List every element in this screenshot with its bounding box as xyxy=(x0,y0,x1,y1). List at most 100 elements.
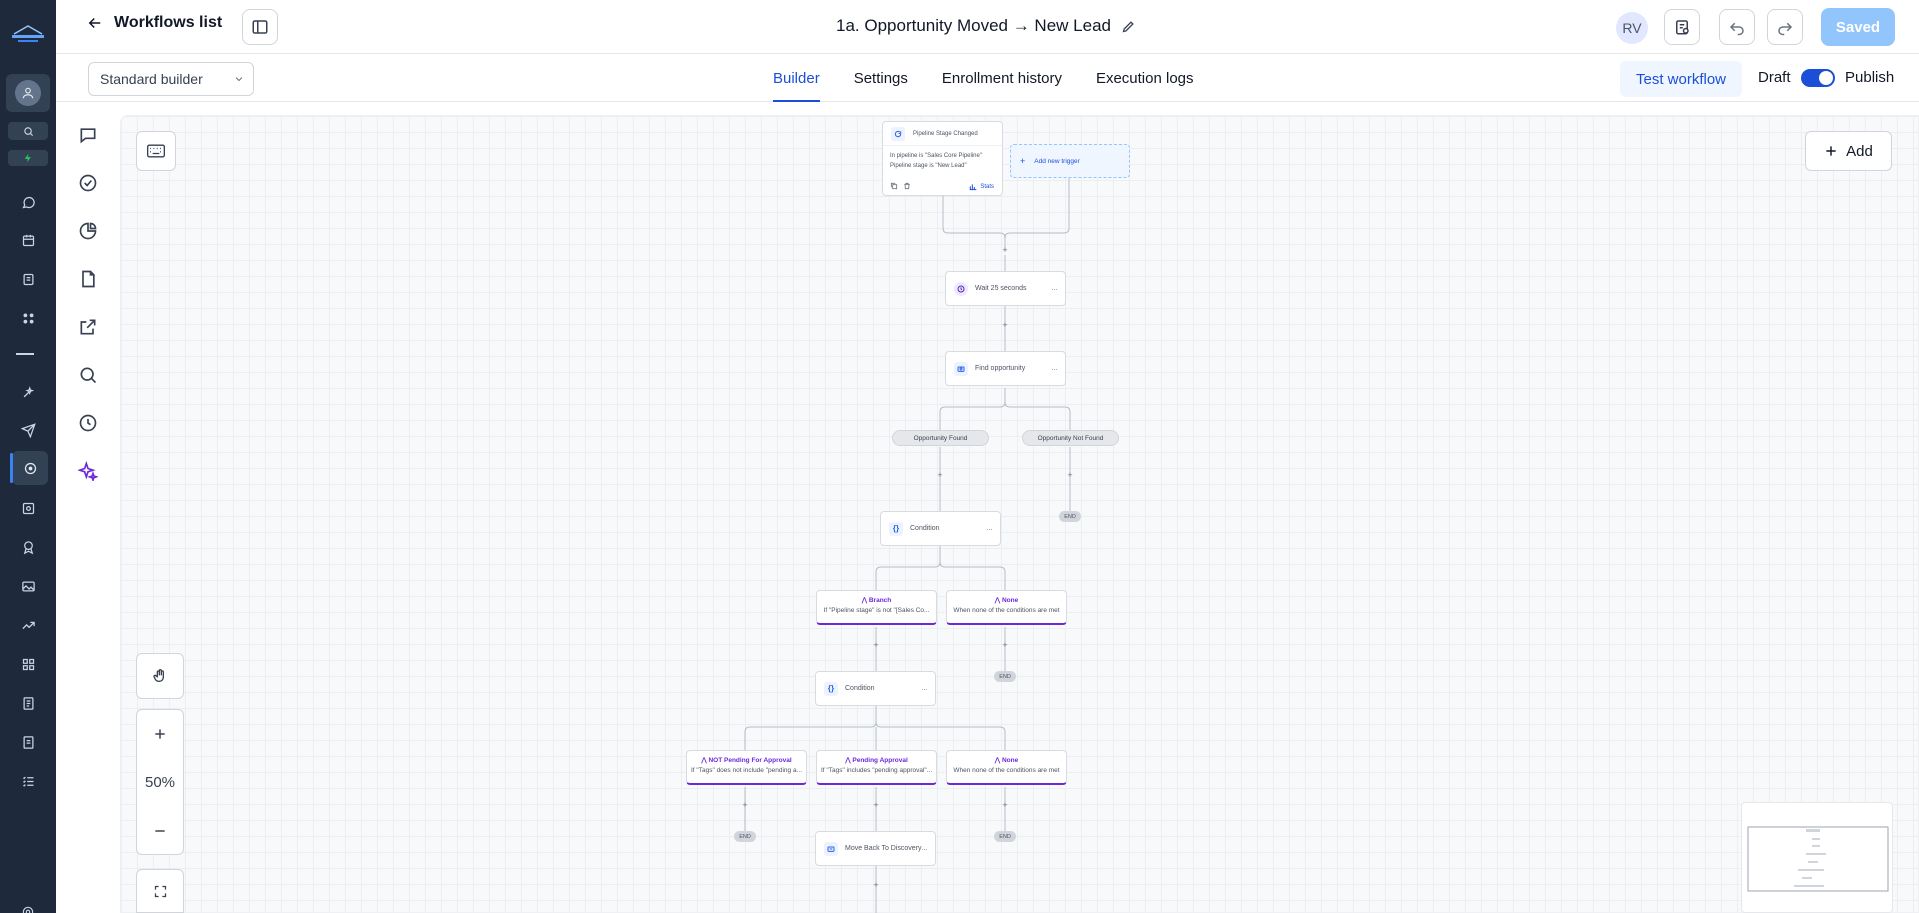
tab-execution-logs[interactable]: Execution logs xyxy=(1096,54,1194,102)
nav-media[interactable] xyxy=(16,574,40,598)
redo-button[interactable] xyxy=(1767,9,1803,45)
more-options-icon[interactable]: ··· xyxy=(986,524,993,534)
add-step-plus[interactable]: + xyxy=(935,470,945,480)
saved-button[interactable]: Saved xyxy=(1821,8,1895,46)
more-options-icon[interactable]: ··· xyxy=(921,844,928,854)
condition-node[interactable]: {} Condition ··· xyxy=(880,511,1001,546)
toggle-panel-button[interactable] xyxy=(242,9,278,45)
find-opportunity-node[interactable]: Find opportunity ··· xyxy=(945,351,1066,386)
trigger-stats-link[interactable]: Stats xyxy=(969,183,994,191)
more-options-icon[interactable]: ··· xyxy=(1051,364,1058,374)
checklist-tool[interactable] xyxy=(76,171,100,195)
find-opportunity-icon xyxy=(954,361,968,376)
add-step-plus[interactable]: + xyxy=(1065,470,1075,480)
condition-node[interactable]: {} Condition ··· xyxy=(815,671,936,706)
pencil-icon[interactable] xyxy=(1121,19,1136,34)
trash-icon[interactable] xyxy=(903,182,911,190)
add-new-trigger-button[interactable]: + Add new trigger xyxy=(1010,144,1130,178)
nav-payments[interactable] xyxy=(16,691,40,715)
search-icon xyxy=(23,126,33,136)
branch-icon: ⋀ xyxy=(994,757,1002,764)
workflow-title[interactable]: 1a. Opportunity Moved → New Lead xyxy=(836,16,1136,36)
none-branch-description: When none of the conditions are met xyxy=(953,607,1060,614)
tab-enrollment-history[interactable]: Enrollment history xyxy=(942,54,1062,102)
opportunity-found-branch[interactable]: Opportunity Found xyxy=(892,430,989,446)
more-options-icon[interactable]: ··· xyxy=(921,684,928,694)
search-tool[interactable] xyxy=(76,363,100,387)
arrow-left-icon xyxy=(88,17,101,29)
add-step-plus[interactable]: + xyxy=(1000,640,1010,650)
keyboard-shortcuts-button[interactable] xyxy=(136,131,176,171)
history-tool[interactable] xyxy=(76,411,100,435)
stats-tool[interactable] xyxy=(76,219,100,243)
nav-opportunities[interactable] xyxy=(16,306,40,330)
comments-tool[interactable] xyxy=(76,123,100,147)
notes-tool[interactable] xyxy=(76,267,100,291)
more-options-icon[interactable]: ··· xyxy=(1051,284,1058,294)
condition-label: Condition xyxy=(845,685,875,692)
wait-action-node[interactable]: Wait 25 seconds ··· xyxy=(945,271,1066,306)
fit-view-button[interactable] xyxy=(136,869,184,913)
branch-description: If "Pipeline stage" is not "[Sales Co... xyxy=(823,607,930,614)
opportunity-not-found-branch[interactable]: Opportunity Not Found xyxy=(1022,430,1119,446)
add-step-plus[interactable]: + xyxy=(740,800,750,810)
pending-approval-branch[interactable]: ⋀ Pending Approval If "Tags" includes "p… xyxy=(816,750,937,785)
move-back-to-discovery-node[interactable]: Move Back To Discovery ··· xyxy=(815,831,936,866)
automation-icon xyxy=(24,462,36,474)
nav-automation[interactable] xyxy=(10,451,48,485)
undo-button[interactable] xyxy=(1719,9,1755,45)
image-icon xyxy=(21,581,35,591)
zoom-in-icon[interactable] xyxy=(153,727,167,741)
ai-tool[interactable] xyxy=(76,459,100,483)
tab-builder[interactable]: Builder xyxy=(773,54,820,102)
nav-sites[interactable] xyxy=(16,496,40,520)
zoom-out-icon[interactable] xyxy=(153,824,167,838)
pan-tool-button[interactable] xyxy=(136,653,184,699)
gear-icon xyxy=(22,906,34,913)
add-step-plus[interactable]: + xyxy=(1000,245,1010,255)
add-step-plus[interactable]: + xyxy=(1000,800,1010,810)
none-branch-node[interactable]: ⋀ None When none of the conditions are m… xyxy=(946,590,1067,625)
workflow-canvas[interactable] xyxy=(120,115,1919,913)
not-pending-approval-branch[interactable]: ⋀ NOT Pending For Approval If "Tags" doe… xyxy=(686,750,807,785)
workflow-header: Workflows list 1a. Opportunity Moved → N… xyxy=(56,0,1919,54)
add-step-plus[interactable]: + xyxy=(871,640,881,650)
nav-conversations[interactable] xyxy=(16,190,40,214)
nav-memberships[interactable] xyxy=(16,535,40,559)
canvas-minimap[interactable] xyxy=(1741,802,1893,913)
nav-calendar[interactable] xyxy=(16,228,40,252)
quick-actions-button[interactable] xyxy=(8,150,48,166)
clock-icon xyxy=(954,281,968,296)
trigger-node[interactable]: Pipeline Stage Changed In pipeline is "S… xyxy=(882,121,1003,196)
test-workflow-button[interactable]: Test workflow xyxy=(1620,61,1742,97)
check-circle-icon xyxy=(79,174,97,192)
nav-app-marketplace[interactable] xyxy=(16,652,40,676)
hand-icon xyxy=(153,669,164,682)
user-icon xyxy=(15,80,41,106)
nav-documents[interactable] xyxy=(16,730,40,754)
user-avatar[interactable]: RV xyxy=(1616,12,1648,44)
copy-icon[interactable] xyxy=(890,182,898,190)
version-history-button[interactable] xyxy=(1664,9,1700,45)
share-tool[interactable] xyxy=(76,315,100,339)
add-button[interactable]: Add xyxy=(1805,131,1892,171)
tab-settings[interactable]: Settings xyxy=(854,54,908,102)
nav-contacts[interactable] xyxy=(16,267,40,291)
end-marker: END xyxy=(994,671,1016,682)
nav-automation-tools[interactable] xyxy=(16,380,40,404)
add-step-plus[interactable]: + xyxy=(871,800,881,810)
add-step-plus[interactable]: + xyxy=(1000,320,1010,330)
nav-settings[interactable] xyxy=(16,900,40,913)
none-branch-node[interactable]: ⋀ None When none of the conditions are m… xyxy=(946,750,1067,785)
builder-type-select[interactable]: Standard builder xyxy=(88,62,254,96)
add-step-plus[interactable]: + xyxy=(871,880,881,890)
publish-toggle[interactable] xyxy=(1801,69,1835,87)
back-to-workflows-button[interactable]: Workflows list xyxy=(86,14,222,32)
global-search-button[interactable] xyxy=(8,122,48,140)
branch-node[interactable]: ⋀ Branch If "Pipeline stage" is not "[Sa… xyxy=(816,590,937,625)
nav-reporting[interactable] xyxy=(16,613,40,637)
branch-description: If "Tags" includes "pending approval"... xyxy=(821,767,933,774)
nav-marketing[interactable] xyxy=(16,418,40,442)
account-switcher-button[interactable] xyxy=(6,74,50,112)
nav-tasks[interactable] xyxy=(16,769,40,793)
